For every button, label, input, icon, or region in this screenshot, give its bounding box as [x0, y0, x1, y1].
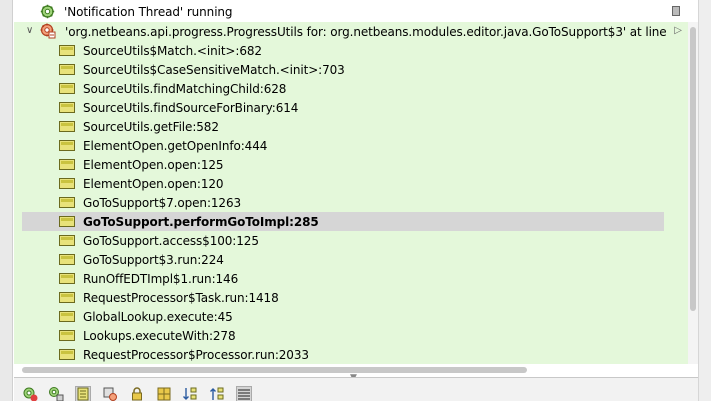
stack-frame-icon — [59, 273, 75, 284]
stack-frame-icon — [59, 197, 75, 208]
show-suspended-icon[interactable] — [75, 386, 91, 401]
stack-frame-row-selected[interactable]: GoToSupport.performGoToImpl:285 — [14, 212, 688, 231]
deadlocked-thread-icon — [40, 23, 56, 42]
stack-frame-label: GoToSupport$3.run:224 — [83, 252, 224, 267]
stack-frame-row[interactable]: GoToSupport$3.run:224 — [14, 250, 688, 269]
stack-frame-row[interactable]: ElementOpen.getOpenInfo:444 — [14, 136, 688, 155]
thread-label: 'Notification Thread' running — [64, 4, 233, 19]
stack-frame-label: Lookups.executeWith:278 — [83, 328, 236, 343]
vertical-scrollbar-thumb[interactable] — [690, 27, 696, 311]
stack-frame-label: GoToSupport$7.open:1263 — [83, 195, 242, 210]
stack-frame-label: SourceUtils.findMatchingChild:628 — [83, 81, 287, 96]
stack-frame-icon — [59, 349, 75, 360]
expand-right-icon[interactable]: ▷ — [674, 25, 682, 36]
stack-frame-label: RequestProcessor$Task.run:1418 — [83, 290, 279, 305]
stack-frame-row[interactable]: SourceUtils.findMatchingChild:628 — [14, 79, 688, 98]
stack-frame-row[interactable]: SourceUtils$CaseSensitiveMatch.<init>:70… — [14, 60, 688, 79]
thread-label: 'org.netbeans.api.progress.ProgressUtils… — [65, 24, 666, 39]
lock-icon[interactable] — [129, 386, 145, 401]
list-icon[interactable] — [236, 386, 252, 401]
stack-frame-label: ElementOpen.open:125 — [83, 157, 224, 172]
stack-frame-icon — [59, 45, 75, 56]
stack-frame-icon — [59, 140, 75, 151]
chevron-down-icon[interactable]: ∨ — [26, 25, 33, 36]
sort-down-icon[interactable] — [182, 386, 198, 401]
stack-frame-row[interactable]: SourceUtils.findSourceForBinary:614 — [14, 98, 688, 117]
horizontal-scrollbar-thumb[interactable] — [22, 367, 527, 373]
stack-frame-icon — [59, 178, 75, 189]
stack-frame-label: SourceUtils$CaseSensitiveMatch.<init>:70… — [83, 62, 345, 77]
debugging-toolbar — [14, 377, 698, 401]
stack-frame-icon — [59, 292, 75, 303]
stack-frame-label: SourceUtils.getFile:582 — [83, 119, 219, 134]
running-thread-icon — [40, 4, 55, 22]
stack-frame-icon — [59, 330, 75, 341]
stack-frame-row[interactable]: Lookups.executeWith:278 — [14, 326, 688, 345]
grid-icon[interactable] — [156, 386, 172, 401]
stack-frame-label: ElementOpen.getOpenInfo:444 — [83, 138, 268, 153]
stack-frame-label: SourceUtils$Match.<init>:682 — [83, 43, 262, 58]
stack-frame-icon — [59, 311, 75, 322]
stack-frame-row[interactable]: ElementOpen.open:125 — [14, 155, 688, 174]
sort-up-icon[interactable] — [209, 386, 225, 401]
stack-frame-icon — [59, 102, 75, 113]
left-gutter — [0, 0, 13, 401]
stack-frame-row[interactable]: RequestProcessor$Task.run:1418 — [14, 288, 688, 307]
stack-frame-label: RunOffEDTImpl$1.run:146 — [83, 271, 239, 286]
stack-frame-label: ElementOpen.open:120 — [83, 176, 224, 191]
stack-frame-row[interactable]: SourceUtils.getFile:582 — [14, 117, 688, 136]
thread-group-icon[interactable] — [48, 386, 64, 401]
stack-frame-label: RequestProcessor$Processor.run:2033 — [83, 347, 309, 362]
thread-row-deadlocked[interactable]: ∨ 'org.netbeans.api.progress.ProgressUti… — [14, 22, 688, 41]
stack-frame-label: GoToSupport.access$100:125 — [83, 233, 259, 248]
stack-frame-row[interactable]: GoToSupport.access$100:125 — [14, 231, 688, 250]
thread-stop-icon[interactable] — [22, 386, 38, 401]
stack-frame-icon — [59, 121, 75, 132]
stack-frame-label: SourceUtils.findSourceForBinary:614 — [83, 100, 299, 115]
stack-frame-row[interactable]: GoToSupport$7.open:1263 — [14, 193, 688, 212]
stack-frame-icon — [59, 159, 75, 170]
threads-tree: 'Notification Thread' running ∨ 'org.net… — [14, 0, 688, 364]
stack-frame-row[interactable]: ElementOpen.open:120 — [14, 174, 688, 193]
stack-frame-row[interactable]: GlobalLookup.execute:45 — [14, 307, 688, 326]
stack-frame-icon — [59, 83, 75, 94]
stack-frame-icon — [59, 254, 75, 265]
stack-frame-label: GoToSupport.performGoToImpl:285 — [83, 214, 319, 229]
right-gutter — [698, 0, 711, 401]
thread-menu-icon[interactable] — [672, 6, 680, 16]
stack-frame-row[interactable]: RunOffEDTImpl$1.run:146 — [14, 269, 688, 288]
stack-frame-row[interactable]: RequestProcessor$Processor.run:2033 — [14, 345, 688, 364]
stack-frame-row[interactable]: SourceUtils$Match.<init>:682 — [14, 41, 688, 60]
stack-frame-icon — [59, 64, 75, 75]
thread-settings-icon[interactable] — [102, 386, 118, 401]
stack-frame-icon — [59, 216, 75, 227]
stack-frame-label: GlobalLookup.execute:45 — [83, 309, 233, 324]
thread-row-notification[interactable]: 'Notification Thread' running — [14, 2, 688, 21]
stack-frame-icon — [59, 235, 75, 246]
